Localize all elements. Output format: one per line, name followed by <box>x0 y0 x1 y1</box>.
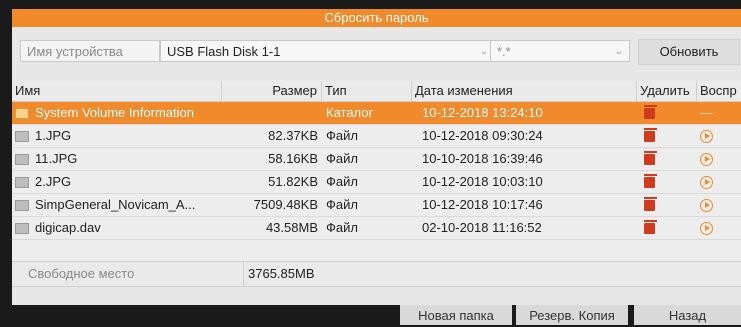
dialog-title: Сбросить пароль <box>12 9 741 27</box>
table-row[interactable]: 2.JPG 51.82KB Файл 10-12-2018 10:03:10 <box>12 171 741 194</box>
row-date: 10-12-2018 10:17:46 <box>422 197 543 212</box>
refresh-button[interactable]: Обновить <box>638 39 740 65</box>
row-name-cell: 2.JPG <box>15 171 225 193</box>
row-name: 11.JPG <box>35 151 78 166</box>
device-select[interactable]: USB Flash Disk 1-1 ⌄ <box>160 40 495 62</box>
row-name-cell: 11.JPG <box>15 148 225 170</box>
col-name-header[interactable]: Имя <box>12 81 222 101</box>
delete-icon[interactable] <box>644 217 664 239</box>
row-type: Каталог <box>326 105 374 120</box>
chevron-down-icon: ⌄ <box>614 46 623 57</box>
free-space-label: Свободное место <box>20 262 244 286</box>
play-icon[interactable] <box>700 194 720 216</box>
delete-icon[interactable] <box>644 102 664 124</box>
file-filter-value: *.* <box>497 44 511 59</box>
row-name-cell: System Volume Information <box>15 102 225 124</box>
col-type-header[interactable]: Тип <box>322 81 412 101</box>
chevron-down-icon: ⌄ <box>479 46 488 57</box>
table-row[interactable]: System Volume Information Каталог 10-12-… <box>12 102 741 125</box>
file-filter-select[interactable]: *.* ⌄ <box>490 40 630 62</box>
row-name: SimpGeneral_Novicam_A... <box>35 197 196 212</box>
col-size-header[interactable]: Размер <box>222 81 322 101</box>
row-name: System Volume Information <box>35 105 194 120</box>
row-size: 51.82KB <box>268 174 318 189</box>
free-space-row: Свободное место 3765.85MB <box>12 261 741 287</box>
row-name-cell: 1.JPG <box>15 125 225 147</box>
row-type: Файл <box>326 174 358 189</box>
row-type: Файл <box>326 151 358 166</box>
row-type: Файл <box>326 197 358 212</box>
row-name-cell: SimpGeneral_Novicam_A... <box>15 194 225 216</box>
delete-icon[interactable] <box>644 125 664 147</box>
col-date-header[interactable]: Дата изменения <box>412 81 637 101</box>
row-name: 1.JPG <box>35 128 72 143</box>
row-date: 10-12-2018 09:30:24 <box>422 128 543 143</box>
row-size: 58.16KB <box>268 151 318 166</box>
play-icon[interactable] <box>700 217 720 239</box>
file-icon <box>15 177 29 189</box>
file-icon <box>15 200 29 212</box>
table-row[interactable]: 1.JPG 82.37KB Файл 10-12-2018 09:30:24 <box>12 125 741 148</box>
table-row[interactable]: SimpGeneral_Novicam_A... 7509.48KB Файл … <box>12 194 741 217</box>
row-date: 02-10-2018 11:16:52 <box>422 220 542 235</box>
back-button[interactable]: Назад <box>634 305 741 325</box>
row-size: 43.58MB <box>265 220 318 235</box>
row-size <box>222 102 318 124</box>
row-type: Файл <box>326 128 358 143</box>
play-icon[interactable] <box>700 125 720 147</box>
row-date: 10-12-2018 13:24:10 <box>422 105 543 120</box>
device-select-value: USB Flash Disk 1-1 <box>167 44 281 59</box>
delete-icon[interactable] <box>644 171 664 193</box>
delete-icon[interactable] <box>644 148 664 170</box>
table-row[interactable]: 11.JPG 58.16KB Файл 10-10-2018 16:39:46 <box>12 148 741 171</box>
empty-row <box>12 240 741 263</box>
play-icon[interactable] <box>700 171 720 193</box>
row-name: 2.JPG <box>35 174 72 189</box>
row-size: 7509.48KB <box>253 197 318 212</box>
col-play-header: Воспр <box>700 83 737 98</box>
dialog-window: Сбросить пароль Имя устройства USB Flash… <box>12 9 741 325</box>
row-name-cell: digicap.dav <box>15 217 225 239</box>
col-delete-header: Удалить <box>637 81 697 101</box>
delete-icon[interactable] <box>644 194 664 216</box>
file-icon <box>15 131 29 143</box>
table-header: Имя Размер Тип Дата изменения Удалить Во… <box>12 81 741 102</box>
free-space-value: 3765.85MB <box>248 266 315 281</box>
file-table: Имя Размер Тип Дата изменения Удалить Во… <box>12 81 741 263</box>
file-icon <box>15 154 29 166</box>
row-type: Файл <box>326 220 358 235</box>
button-bar: Новая папка Резерв. Копия Назад <box>12 305 741 325</box>
device-toolbar: Имя устройства USB Flash Disk 1-1 ⌄ *.* … <box>12 34 741 65</box>
row-date: 10-12-2018 10:03:10 <box>422 174 543 189</box>
backup-button[interactable]: Резерв. Копия <box>516 305 628 325</box>
folder-icon <box>15 108 29 120</box>
row-size: 82.37KB <box>268 128 318 143</box>
table-row[interactable]: digicap.dav 43.58MB Файл 02-10-2018 11:1… <box>12 217 741 240</box>
file-icon <box>15 223 29 235</box>
row-play-none: — <box>700 105 713 120</box>
row-date: 10-10-2018 16:39:46 <box>422 151 543 166</box>
device-name-label: Имя устройства <box>20 40 160 62</box>
new-folder-button[interactable]: Новая папка <box>400 305 512 325</box>
row-name: digicap.dav <box>35 220 101 235</box>
play-icon[interactable] <box>700 148 720 170</box>
